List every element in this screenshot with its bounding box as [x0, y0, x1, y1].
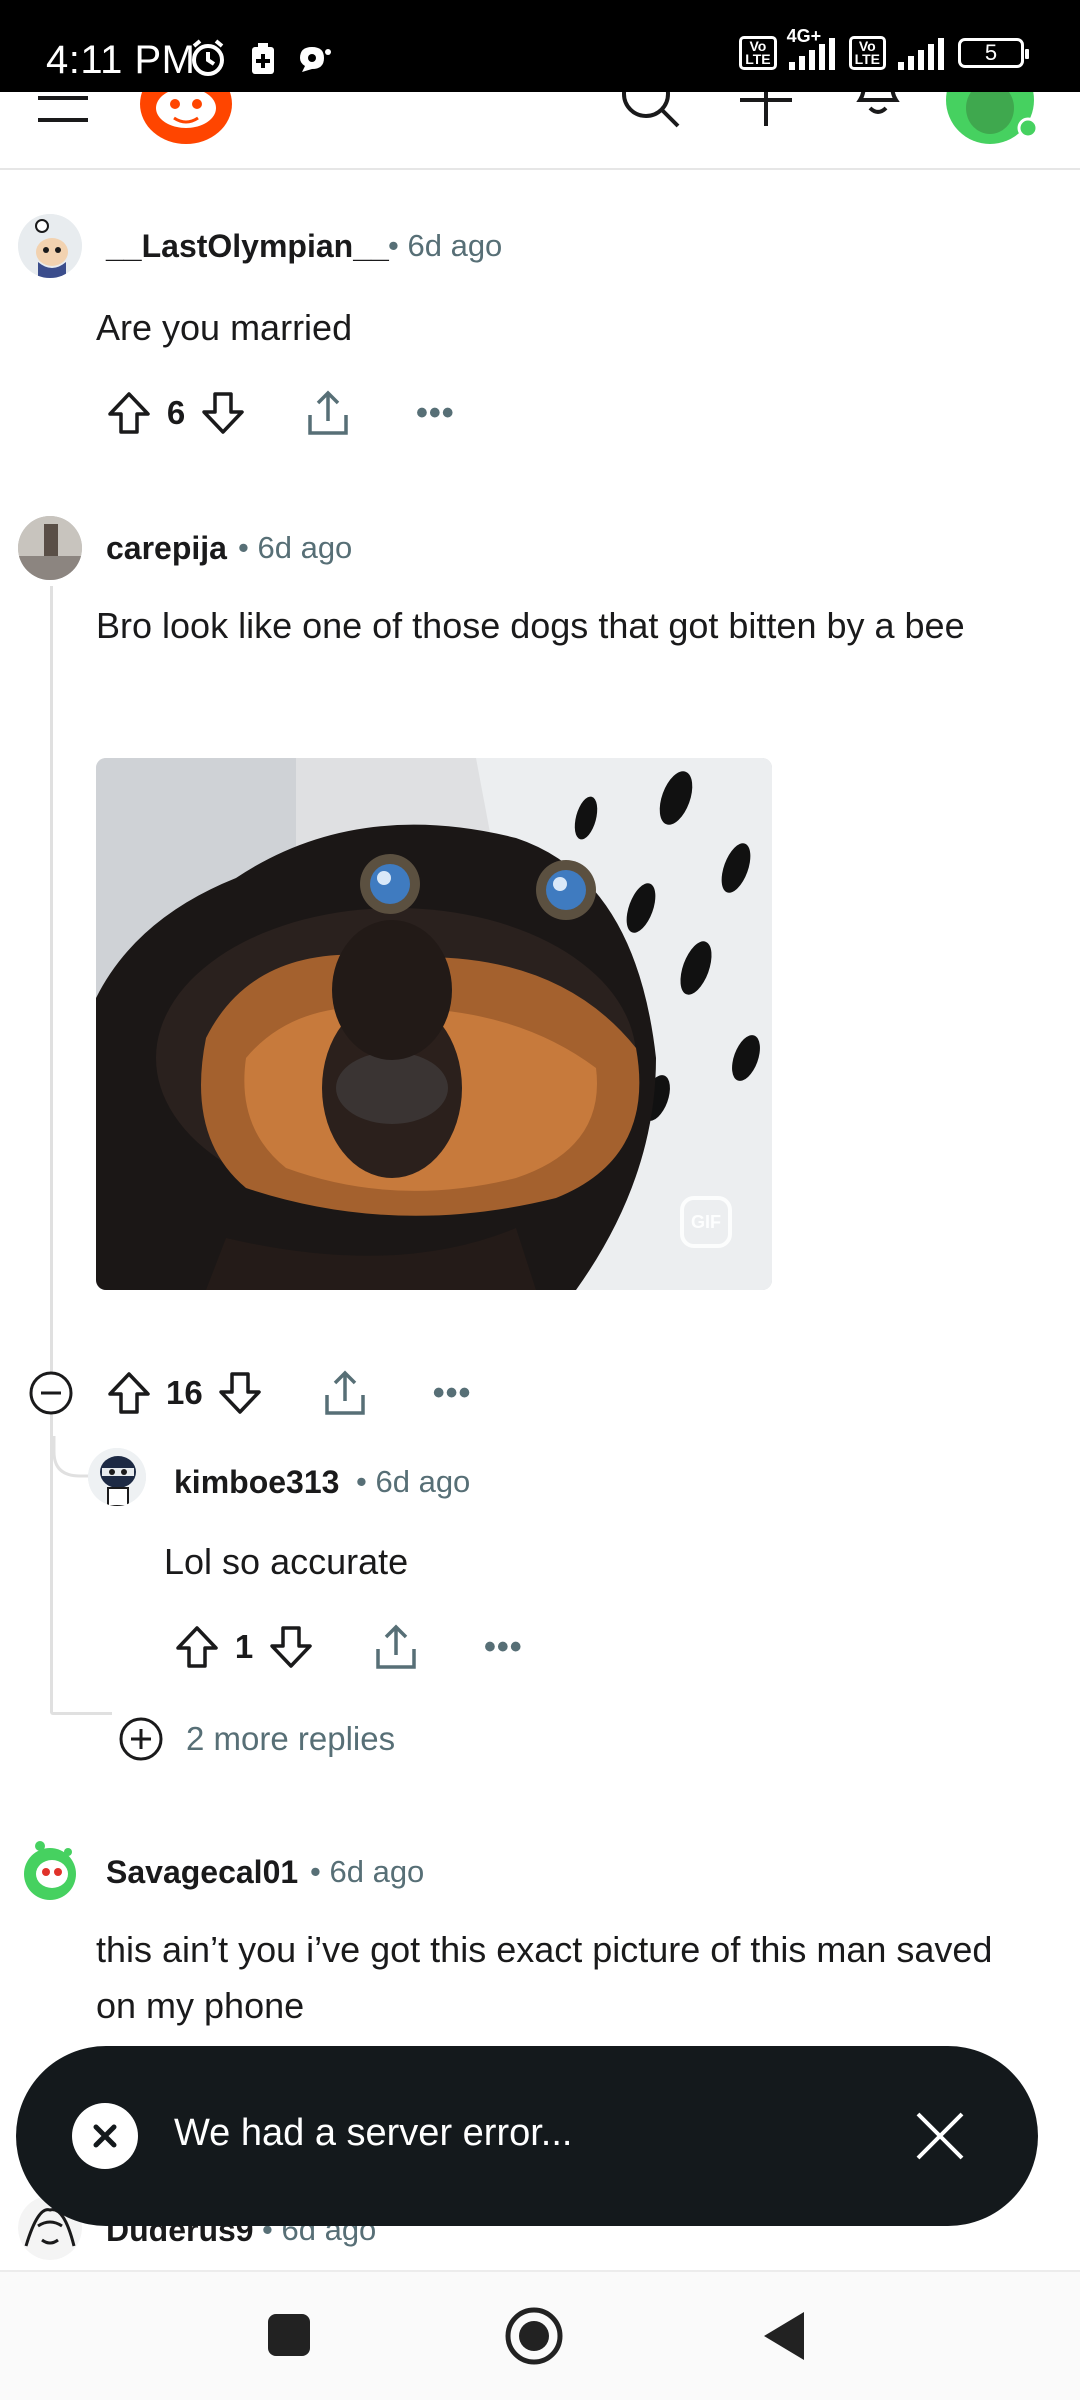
network-type: 4G+: [786, 26, 822, 46]
comment-body: Lol so accurate: [164, 1541, 409, 1582]
notifications-icon[interactable]: [848, 92, 932, 128]
reddit-logo[interactable]: [138, 92, 234, 144]
upvote-button[interactable]: [106, 1370, 152, 1416]
error-toast: We had a server error...: [16, 2046, 1038, 2226]
vote-score: 1: [234, 1628, 254, 1665]
share-button[interactable]: [304, 389, 352, 437]
comment-body: this ain’t you i’ve got this exact pictu…: [96, 1929, 993, 2026]
downvote-icon: [218, 1372, 261, 1414]
avatar[interactable]: [18, 1838, 82, 1902]
comment-timestamp: • 6d ago: [238, 530, 352, 566]
comment-gif[interactable]: GIF: [96, 758, 772, 1290]
upvote-button[interactable]: [174, 1624, 220, 1670]
volte-icon-2: Vo LTE: [848, 36, 886, 70]
comment-author[interactable]: kimboe313: [174, 1464, 339, 1501]
share-icon: [376, 1624, 416, 1669]
meta-separator: •: [238, 530, 249, 565]
status-time: 4:11 PM: [46, 38, 196, 82]
gif-badge: GIF: [680, 1196, 732, 1248]
volte-icon: Vo LTE: [739, 36, 777, 70]
upvote-icon: [108, 392, 150, 434]
upvote-button[interactable]: [106, 390, 152, 436]
avatar[interactable]: [18, 214, 82, 278]
status-right-icons: Vo LTE 4G+ Vo LTE 5: [739, 26, 1029, 70]
battery-saver-icon: [252, 43, 274, 74]
vote-score: 16: [166, 1374, 203, 1411]
comment-timestamp: • 6d ago: [310, 1854, 424, 1890]
recents-square-icon[interactable]: [266, 2312, 312, 2358]
vote-score: 6: [166, 394, 186, 431]
thread-line[interactable]: [50, 586, 53, 1712]
battery-icon: 5: [958, 38, 1029, 68]
downvote-button[interactable]: [217, 1370, 263, 1416]
snoo-green-avatar-icon: [24, 1841, 76, 1900]
system-nav-bar: [0, 2270, 1080, 2400]
status-bar: 4:11 PM Vo LTE 4G+ Vo LTE 5: [0, 0, 1080, 92]
downvote-icon: [202, 392, 244, 434]
comment-author[interactable]: Savagecal01: [106, 1854, 298, 1891]
snoo-ninja-avatar-icon: [88, 1448, 146, 1506]
photo-avatar-icon: [18, 516, 82, 580]
chat-bubble-icon: [300, 47, 331, 72]
comment-timestamp: • 6d ago: [388, 228, 502, 264]
more-replies-button[interactable]: 2 more replies: [118, 1716, 395, 1762]
comment-author[interactable]: __LastOlympian__: [106, 228, 389, 265]
alarm-icon: [192, 39, 224, 76]
downvote-icon: [270, 1626, 312, 1668]
user-avatar[interactable]: [944, 92, 1040, 146]
meta-separator: •: [356, 1464, 367, 1499]
create-post-icon[interactable]: [738, 92, 794, 128]
meta-separator: •: [310, 1854, 321, 1889]
comment-body: Bro look like one of those dogs that got…: [96, 605, 965, 646]
upvote-icon: [108, 1372, 150, 1414]
meta-separator: •: [388, 228, 399, 263]
menu-icon[interactable]: [34, 92, 92, 126]
dog-gif-image: [96, 758, 772, 1290]
downvote-button[interactable]: [268, 1624, 314, 1670]
collapse-icon: [29, 1371, 73, 1415]
thread-line-elbow: [50, 1712, 112, 1715]
back-triangle-icon[interactable]: [762, 2310, 806, 2362]
comment-timestamp: • 6d ago: [356, 1464, 470, 1500]
comment-actions: 6 •••: [106, 388, 455, 438]
home-circle-icon[interactable]: [504, 2306, 564, 2366]
collapse-thread-button[interactable]: [28, 1370, 74, 1416]
signal-4g-icon: 4G+: [787, 26, 839, 70]
more-replies-label: 2 more replies: [186, 1720, 396, 1757]
comment-actions: 1 •••: [174, 1622, 523, 1672]
timestamp-text: 6d ago: [257, 530, 353, 565]
downvote-button[interactable]: [200, 390, 246, 436]
close-icon[interactable]: [912, 2108, 968, 2164]
snoo-avatar-icon: [18, 214, 82, 278]
upvote-icon: [176, 1626, 218, 1668]
avatar[interactable]: [88, 1448, 146, 1506]
search-icon[interactable]: [620, 92, 682, 130]
share-icon: [324, 1370, 365, 1415]
expand-plus-icon: [119, 1717, 163, 1761]
avatar[interactable]: [18, 516, 82, 580]
more-options-button[interactable]: •••: [433, 1374, 472, 1413]
signal-icon-2: [898, 38, 944, 70]
app-header: [0, 92, 1080, 170]
error-x-glyph: [93, 2124, 117, 2148]
error-x-icon: [72, 2103, 138, 2169]
comment-body: Are you married: [96, 307, 353, 348]
comment-actions: 16 •••: [28, 1368, 471, 1418]
battery-level: 5: [984, 40, 998, 65]
timestamp-text: 6d ago: [329, 1854, 425, 1889]
share-icon: [308, 390, 348, 435]
more-options-button[interactable]: •••: [484, 1628, 523, 1667]
more-options-button[interactable]: •••: [416, 394, 455, 433]
timestamp-text: 6d ago: [407, 228, 503, 263]
share-button[interactable]: [321, 1369, 369, 1417]
toast-message: We had a server error...: [174, 2112, 573, 2154]
comment-author[interactable]: carepija: [106, 530, 227, 567]
share-button[interactable]: [372, 1623, 420, 1671]
timestamp-text: 6d ago: [375, 1464, 471, 1499]
